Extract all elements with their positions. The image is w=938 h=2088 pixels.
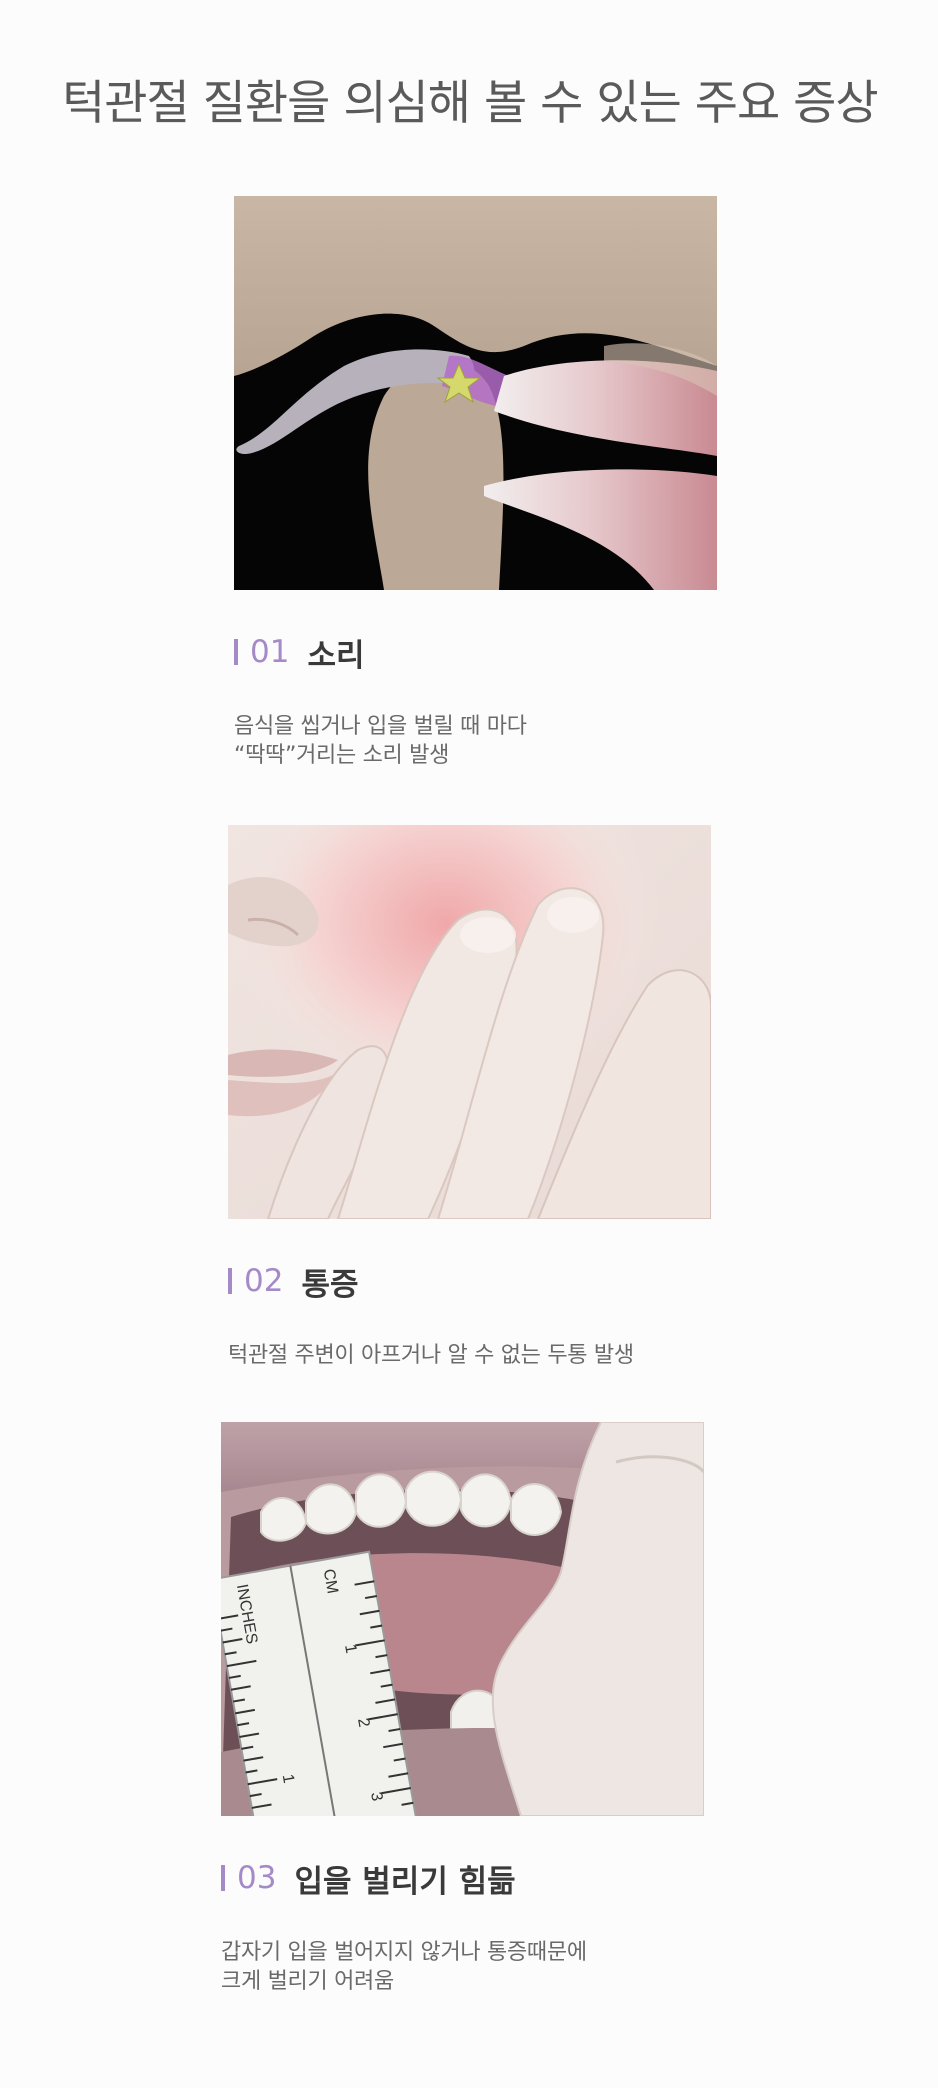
symptom-number: 02 bbox=[244, 1263, 284, 1299]
symptom-number: 03 bbox=[237, 1860, 277, 1896]
symptom-label: 소리 bbox=[307, 637, 365, 674]
face-pain-photo bbox=[228, 825, 711, 1219]
accent-bar bbox=[221, 1865, 225, 1891]
symptom-number: 01 bbox=[250, 634, 290, 670]
symptom-label: 통증 bbox=[301, 1266, 359, 1303]
description-line: 갑자기 입을 벌어지지 않거나 통증때문에 bbox=[221, 1940, 587, 1965]
mouth-ruler-photo: INCHES CM 1 2 3 1 bbox=[221, 1422, 704, 1816]
symptom-heading: 02 통증 bbox=[228, 1261, 711, 1303]
symptom-card-limited-opening: INCHES CM 1 2 3 1 03 입을 벌리기 힘듦 갑자기 입을 벌어… bbox=[221, 1422, 704, 1996]
accent-bar bbox=[234, 639, 238, 665]
description-line: 크게 벌리기 어려움 bbox=[221, 1969, 394, 1994]
page-title: 턱관절 질환을 의심해 볼 수 있는 주요 증상 bbox=[62, 76, 879, 131]
symptom-label: 입을 벌리기 힘듦 bbox=[294, 1863, 516, 1900]
description-line: 턱관절 주변이 아프거나 알 수 없는 두통 발생 bbox=[228, 1343, 634, 1368]
symptom-description: 턱관절 주변이 아프거나 알 수 없는 두통 발생 bbox=[228, 1341, 711, 1370]
symptom-heading: 03 입을 벌리기 힘듦 bbox=[221, 1858, 704, 1900]
symptom-card-sound: 01 소리 음식을 씹거나 입을 벌릴 때 마다 “딱딱”거리는 소리 발생 bbox=[234, 196, 717, 770]
symptom-heading: 01 소리 bbox=[234, 632, 717, 674]
symptom-description: 음식을 씹거나 입을 벌릴 때 마다 “딱딱”거리는 소리 발생 bbox=[234, 712, 717, 770]
symptom-card-pain: 02 통증 턱관절 주변이 아프거나 알 수 없는 두통 발생 bbox=[228, 825, 711, 1370]
tmj-joint-illustration bbox=[234, 196, 717, 590]
description-line: 음식을 씹거나 입을 벌릴 때 마다 bbox=[234, 714, 527, 739]
description-line: “딱딱”거리는 소리 발생 bbox=[234, 743, 450, 768]
symptom-description: 갑자기 입을 벌어지지 않거나 통증때문에 크게 벌리기 어려움 bbox=[221, 1938, 704, 1996]
accent-bar bbox=[228, 1268, 232, 1294]
